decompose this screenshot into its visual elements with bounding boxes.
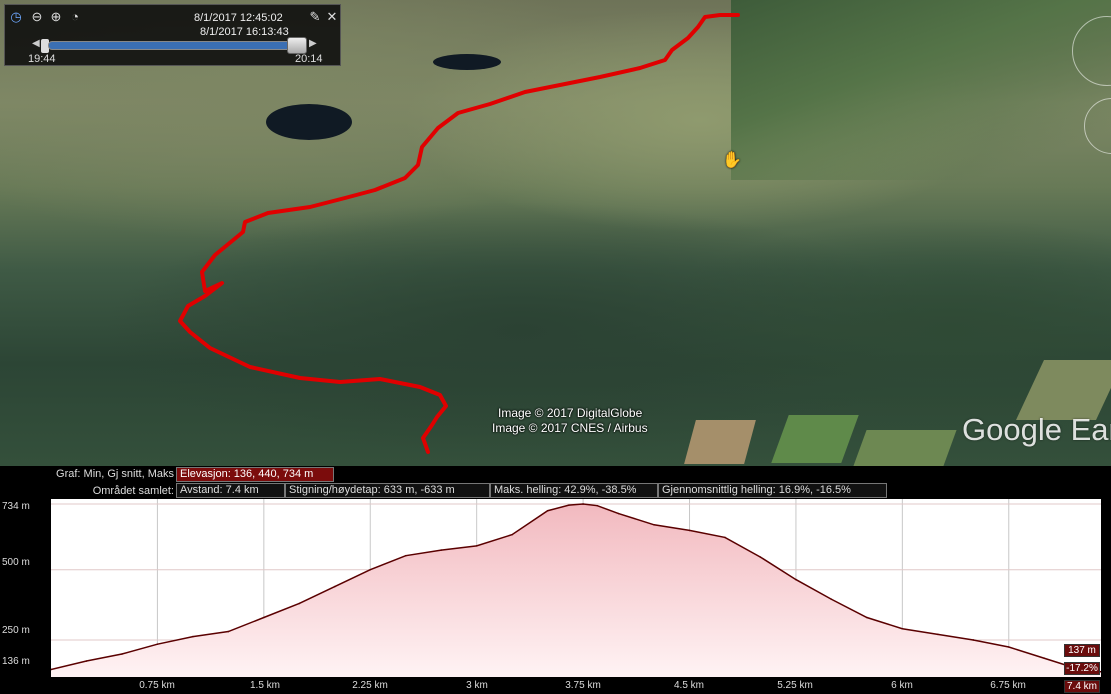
elevation-point (1043, 657, 1046, 660)
elevation-point (582, 503, 584, 505)
x-tick-label: 1.5 km (249, 680, 281, 691)
elevation-point (866, 616, 868, 619)
cursor-distance-badge: 7.4 km (1064, 680, 1100, 693)
imagery-credit-cnes: Image © 2017 CNES / Airbus (492, 421, 648, 435)
elevation-point (511, 533, 513, 536)
elevation-chart[interactable] (51, 499, 1101, 677)
x-tick-label: 6 km (891, 680, 913, 691)
elevation-point (972, 639, 975, 641)
elevation-point (192, 635, 194, 638)
time-slider-track[interactable] (48, 41, 301, 50)
elevation-point (688, 529, 691, 532)
elevation-cell[interactable]: Elevasjon: 136, 440, 734 m (176, 467, 334, 482)
cursor-elevation-badge: 137 m (1064, 644, 1100, 657)
y-tick-label: 250 m (2, 625, 30, 636)
elevation-point (1007, 646, 1010, 648)
graph-label: Graf: Min, Gj snitt, Maks (56, 468, 174, 480)
elevation-point (596, 504, 599, 507)
wrench-icon[interactable]: ✎ (307, 9, 323, 25)
elevation-point (724, 536, 726, 539)
close-icon[interactable]: ✕ (324, 9, 340, 25)
elevation-point (404, 554, 407, 557)
step-back-icon[interactable]: ◀ (32, 38, 40, 49)
slider-right-time: 20:14 (295, 53, 323, 65)
elevation-point (901, 627, 904, 630)
y-tick-label: 734 m (2, 501, 30, 512)
start-datetime: 8/1/2017 12:45:02 (194, 12, 283, 24)
elevation-profile-panel: Graf: Min, Gj snitt, Maks Elevasjon: 136… (0, 466, 1111, 694)
elevation-point (759, 556, 762, 558)
zoom-in-icon[interactable]: ⊕ (48, 9, 64, 25)
elevation-point (568, 504, 570, 506)
climb-cell[interactable]: Stigning/høydetap: 633 m, -633 m (285, 483, 490, 498)
step-forward-icon[interactable]: ▶ (309, 38, 317, 49)
elevation-point (369, 568, 372, 571)
imagery-credit-digitalglobe: Image © 2017 DigitalGlobe (498, 406, 643, 420)
map-view[interactable]: ✋ Image © 2017 DigitalGlobe Image © 2017… (0, 0, 1111, 466)
zoom-out-icon[interactable]: ⊖ (29, 9, 45, 25)
x-tick-label: 2.25 km (352, 680, 388, 691)
elevation-point (937, 633, 939, 636)
cursor-slope-badge: -17.2% (1064, 662, 1100, 675)
elevation-point (830, 598, 833, 601)
x-tick-label: 3.75 km (565, 680, 601, 691)
x-tick-label: 0.75 km (139, 680, 175, 691)
y-tick-label: 136 m (2, 656, 30, 667)
time-slider-panel: ◷ ⊖ ⊕ ◔ ✎ ✕ 8/1/2017 12:45:02 8/1/2017 1… (4, 4, 341, 66)
elevation-point (333, 585, 336, 588)
settings-icon[interactable]: ◔ (67, 9, 83, 25)
elevation-point (156, 643, 159, 645)
gps-track (178, 13, 740, 454)
hand-cursor-icon: ✋ (722, 152, 742, 169)
track-path (178, 13, 740, 454)
x-tick-label: 5.25 km (777, 680, 813, 691)
time-slider-knob[interactable] (287, 37, 307, 54)
google-earth-logo: Google Ear (962, 412, 1111, 447)
end-datetime: 8/1/2017 16:13:43 (200, 26, 289, 38)
elevation-point (298, 602, 301, 605)
elevation-point (617, 512, 620, 515)
elevation-point (546, 509, 549, 512)
max-slope-cell[interactable]: Maks. helling: 42.9%, -38.5% (490, 483, 658, 498)
clock-icon[interactable]: ◷ (8, 9, 24, 25)
y-tick-label: 500 m (2, 557, 30, 568)
elevation-point (440, 549, 443, 551)
elevation-point (263, 616, 265, 619)
elevation-point (121, 653, 123, 655)
avg-slope-cell[interactable]: Gjennomsnittlig helling: 16.9%, -16.5% (658, 483, 887, 498)
elevation-point (795, 578, 797, 581)
x-tick-label: 3 km (466, 680, 488, 691)
range-label: Området samlet: (92, 485, 174, 497)
elevation-point (85, 660, 88, 662)
slider-left-time: 19:44 (28, 53, 56, 65)
x-tick-label: 4.5 km (673, 680, 705, 691)
x-tick-label: 6.75 km (990, 680, 1026, 691)
elevation-point (653, 523, 655, 526)
elevation-point (227, 630, 230, 633)
distance-cell[interactable]: Avstand: 7.4 km (176, 483, 285, 498)
elevation-point (475, 545, 478, 547)
